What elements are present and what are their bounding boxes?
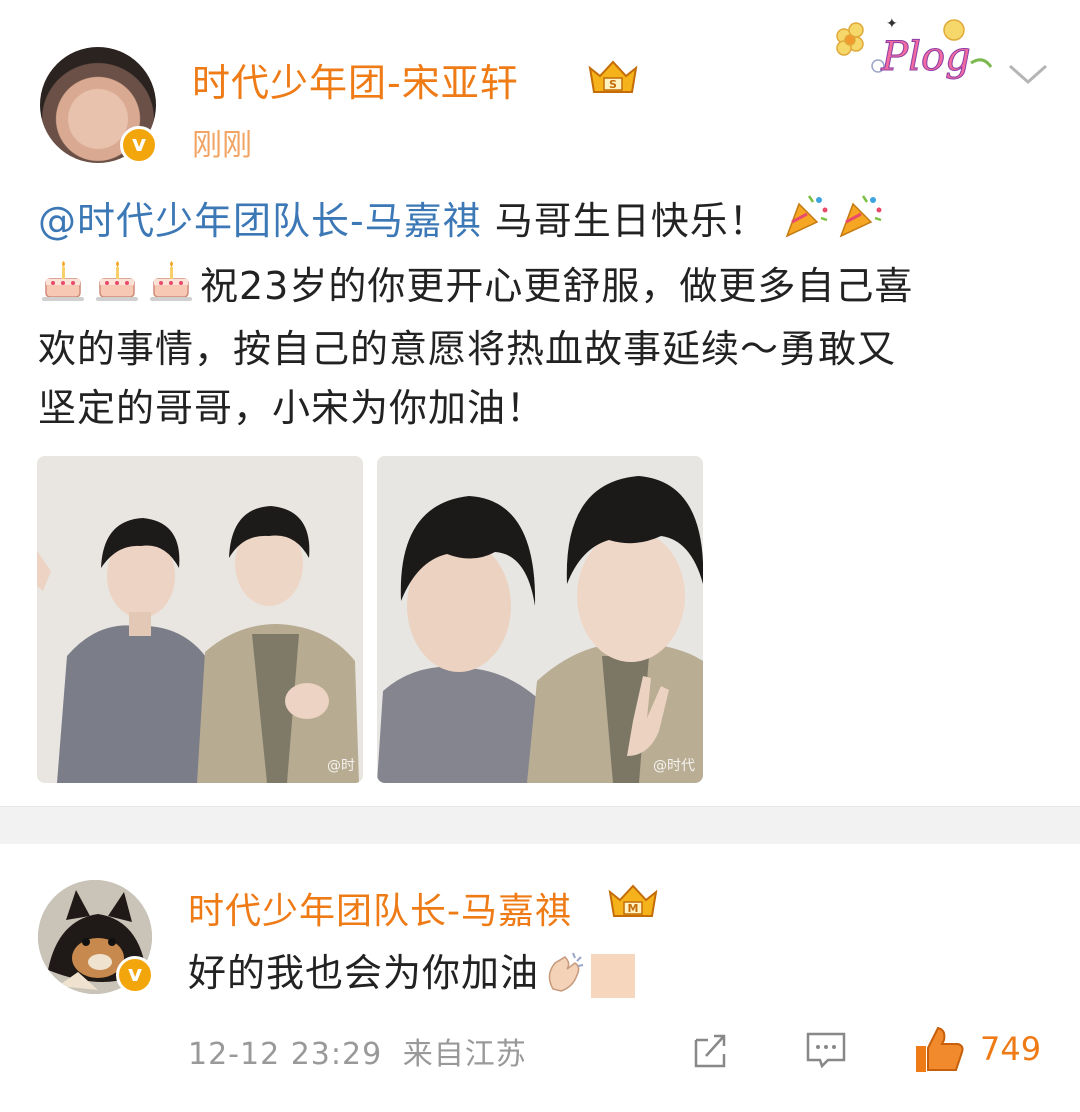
party-popper-icon: [781, 190, 831, 257]
clap-icon: [543, 949, 587, 1002]
vip-crown-icon: M: [608, 884, 658, 917]
image-watermark: @时: [327, 758, 355, 774]
comment-item: v 时代少年团队长-马嘉祺 M 好的我也会为你加油 12-12 23:29 来自…: [0, 844, 1080, 1112]
content-line-4: 坚定的哥哥，小宋为你加油！: [38, 386, 546, 430]
mention-link[interactable]: @时代少年团队长-马嘉祺: [38, 199, 482, 243]
plog-sticker[interactable]: Plog ✦: [826, 8, 996, 90]
post-image-2[interactable]: @时代: [377, 456, 703, 783]
image-watermark: @时代: [653, 758, 695, 774]
chevron-down-icon[interactable]: [1006, 60, 1050, 88]
comment-text: 好的我也会为你加油: [188, 942, 636, 1002]
share-icon[interactable]: [690, 1030, 732, 1070]
party-popper-icon: [835, 190, 885, 257]
content-line-3: 欢的事情，按自己的意愿将热血故事延续～勇敢又: [38, 327, 897, 371]
author-name[interactable]: 时代少年团-宋亚轩: [192, 52, 519, 107]
post-image-1[interactable]: @时: [37, 456, 363, 783]
comment-meta: 12-12 23:29 来自江苏: [188, 1029, 527, 1073]
birthday-cake-icon: [146, 257, 196, 320]
comment-icon[interactable]: [804, 1030, 848, 1070]
post-time: 刚刚: [192, 128, 252, 163]
like-icon[interactable]: [912, 1024, 968, 1074]
svg-text:✦: ✦: [886, 16, 898, 32]
post-content: @时代少年团队长-马嘉祺 马哥生日快乐！ 祝23岁的你更开心更舒服，做更多自己喜…: [38, 190, 1048, 438]
comment-source: 来自江苏: [402, 1037, 527, 1072]
comment-date: 12-12 23:29: [188, 1037, 383, 1072]
commenter-name[interactable]: 时代少年团队长-马嘉祺: [188, 882, 572, 934]
birthday-cake-icon: [92, 257, 142, 320]
birthday-cake-icon: [38, 257, 88, 320]
skin-tone-swatch: [591, 953, 636, 998]
svg-text:M: M: [628, 902, 639, 915]
plog-label: Plog: [880, 34, 970, 80]
weibo-post: v 时代少年团-宋亚轩 S 刚刚 Plog ✦ @时代少年团队长-马嘉祺 马哥生…: [0, 0, 1080, 807]
verified-v-icon: v: [120, 126, 158, 164]
content-text: 马哥生日快乐！: [481, 199, 768, 243]
content-text: 祝23岁的你更开心更舒服，做更多自己喜: [200, 264, 914, 308]
content-line-2: 祝23岁的你更开心更舒服，做更多自己喜: [38, 257, 1048, 320]
content-line-1: @时代少年团队长-马嘉祺 马哥生日快乐！: [38, 190, 1048, 257]
verified-v-icon: v: [116, 956, 154, 994]
comment-text-body: 好的我也会为你加油: [188, 951, 540, 995]
like-count: 749: [980, 1030, 1042, 1068]
vip-crown-icon: S: [588, 60, 638, 93]
svg-text:S: S: [609, 78, 617, 91]
